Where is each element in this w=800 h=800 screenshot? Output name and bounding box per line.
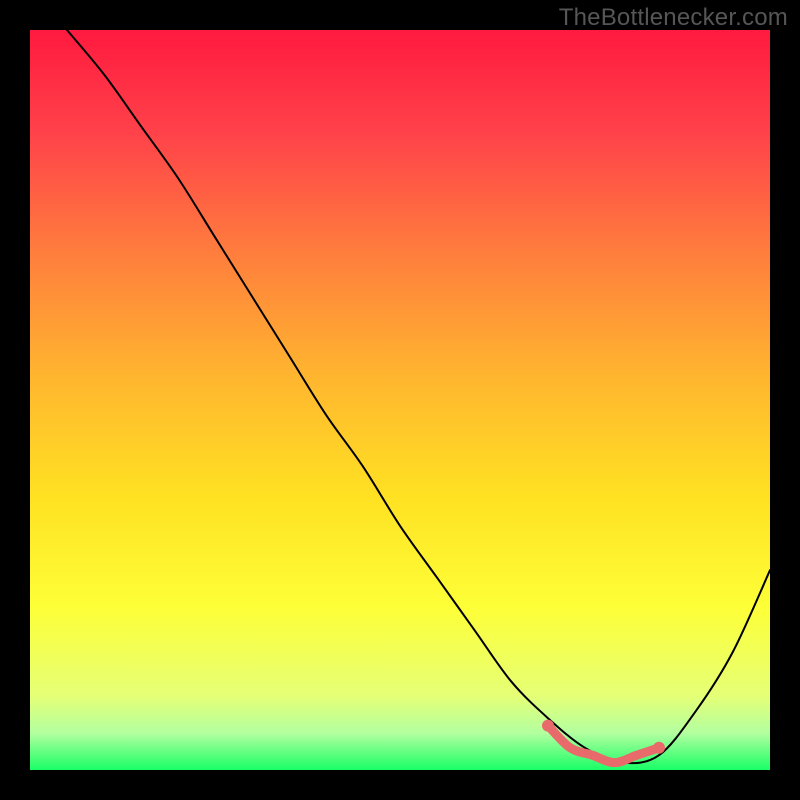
highlight-dot bbox=[542, 720, 554, 732]
highlight-dot bbox=[611, 759, 619, 767]
chart-frame: TheBottlenecker.com bbox=[0, 0, 800, 800]
curve-layer bbox=[30, 30, 770, 770]
highlight-dot bbox=[588, 751, 596, 759]
highlight-dot bbox=[653, 742, 665, 754]
highlight-dot bbox=[633, 751, 641, 759]
plot-area bbox=[30, 30, 770, 770]
bottleneck-curve bbox=[67, 30, 770, 763]
watermark-text: TheBottlenecker.com bbox=[559, 4, 788, 32]
highlight-dot bbox=[566, 744, 574, 752]
optimal-range-highlight bbox=[548, 726, 659, 763]
